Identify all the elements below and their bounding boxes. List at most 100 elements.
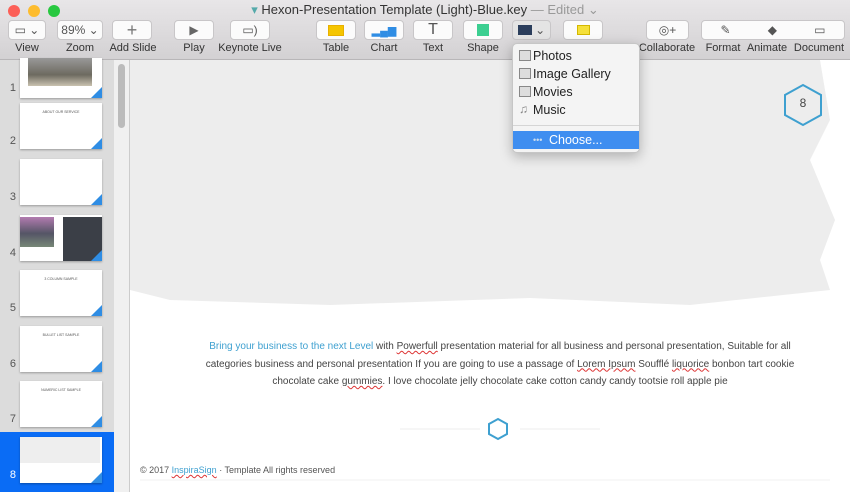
chart-icon: ▂▄▆ [371, 24, 397, 37]
slide-thumbnail[interactable] [20, 437, 102, 483]
zoom-label: Zoom [65, 42, 95, 54]
slide-number: 1 [9, 82, 16, 94]
inspector-group: ✎ ◆ ▭ [701, 20, 845, 40]
photos-icon [519, 50, 531, 61]
play-button[interactable]: ▶ [174, 20, 214, 40]
menu-label: Photos [533, 49, 572, 63]
window-title: ▾ Hexon-Presentation Template (Light)-Bl… [251, 2, 599, 17]
thumbnail-brush [20, 437, 100, 463]
footer[interactable]: © 2017 InspiraSign · Template All rights… [140, 465, 335, 475]
format-button[interactable]: Format [706, 42, 741, 54]
misspelled-word: gummies [341, 376, 383, 387]
footer-copyright: © 2017 [140, 465, 172, 475]
animate-icon[interactable]: ◆ [768, 23, 777, 37]
slide-graphics [130, 60, 835, 481]
title-bar: ▾ Hexon-Presentation Template (Light)-Bl… [0, 0, 850, 60]
image-gallery-icon [519, 68, 531, 79]
slide-number: 7 [9, 413, 16, 425]
footer-brand: InspiraSign [171, 465, 217, 475]
thumbnail-title: 3 COLUMN SAMPLE [44, 277, 78, 281]
text-segment: . I love chocolate jelly chocolate cake … [382, 376, 728, 387]
collaborate-button[interactable]: ◎+ [646, 20, 689, 40]
menu-label: Music [533, 103, 566, 117]
keynote-live-button[interactable]: ▭) [230, 20, 270, 40]
slide-number: 5 [9, 302, 16, 314]
add-slide-button[interactable]: + [112, 20, 152, 40]
thumbnail-title: ABOUT OUR SERVICE [42, 110, 80, 114]
zoom-value: 89% [61, 23, 86, 37]
text-button[interactable]: T [413, 20, 453, 40]
keynote-live-label: Keynote Live [218, 42, 282, 54]
slide-thumbnail[interactable]: ABOUT OUR SERVICE [20, 103, 102, 149]
play-label: Play [183, 42, 205, 54]
text-segment: Soufflé [635, 358, 672, 370]
zoom-select[interactable]: 89% ⌄ [57, 20, 103, 40]
brush-background [130, 60, 835, 305]
menu-item-movies[interactable]: Movies [513, 83, 639, 101]
slide-thumbnail[interactable]: BULLET LIST SAMPLE [20, 326, 102, 372]
page-number: 8 [799, 96, 807, 110]
menu-item-photos[interactable]: Photos [513, 47, 639, 65]
navigator-scrollbar[interactable] [114, 60, 130, 492]
slide-thumbnail[interactable]: NUMERIC LIST SAMPLE [20, 381, 102, 427]
menu-label: Choose... [549, 133, 603, 147]
scroll-thumb[interactable] [118, 64, 125, 128]
thumbnail-photo [20, 217, 54, 247]
slide-number: 6 [9, 358, 16, 370]
menu-item-choose[interactable]: ••• Choose... [513, 131, 639, 149]
body-text[interactable]: Bring your business to the next Level wi… [200, 338, 800, 391]
slide-thumbnail[interactable] [20, 159, 102, 205]
media-icon [517, 25, 532, 35]
media-menu: Photos Image Gallery Movies ♫ Music ••• Ch… [512, 43, 640, 153]
view-button[interactable]: ▭ ⌄ [8, 20, 46, 40]
thumbnail-corner [91, 472, 102, 483]
thumbnail-corner [91, 87, 102, 98]
highlight-text: Bring your business to the next Level [209, 341, 374, 352]
thumbnail-corner [91, 194, 102, 205]
slide-canvas[interactable]: 8 Bring your business to the next Level … [130, 60, 850, 492]
comment-icon [576, 25, 590, 35]
play-icon: ▶ [189, 23, 199, 37]
menu-label: Movies [533, 85, 573, 99]
footer-rights: · Template All rights reserved [216, 465, 336, 475]
add-slide-label: Add Slide [109, 42, 157, 54]
text-icon: T [428, 21, 438, 38]
thumbnail-corner [91, 361, 102, 372]
menu-separator [513, 125, 639, 126]
menu-item-music[interactable]: ♫ Music [513, 101, 639, 119]
collaborate-label: Collaborate [638, 42, 696, 54]
shape-icon [477, 24, 489, 36]
misspelled-word: liquorice [671, 358, 710, 370]
thumbnail-corner [91, 138, 102, 149]
shape-label: Shape [467, 42, 499, 54]
thumbnail-photo [28, 58, 92, 86]
text-segment: with [373, 341, 397, 352]
shape-button[interactable] [463, 20, 503, 40]
view-icon: ▭ ⌄ [14, 23, 40, 37]
menu-item-image-gallery[interactable]: Image Gallery [513, 65, 639, 83]
thumbnail-corner [91, 416, 102, 427]
table-label: Table [322, 42, 350, 54]
thumbnail-corner [91, 305, 102, 316]
animate-button[interactable]: Animate [747, 42, 787, 54]
plus-icon: + [126, 19, 138, 40]
comment-button[interactable] [563, 20, 603, 40]
view-label: View [15, 42, 39, 54]
keynote-live-icon: ▭) [242, 23, 258, 37]
slide-thumbnail[interactable] [20, 215, 102, 261]
slide-thumbnail[interactable] [20, 58, 102, 98]
document-button[interactable]: Document [794, 42, 844, 54]
slide-thumbnail[interactable]: 3 COLUMN SAMPLE [20, 270, 102, 316]
document-icon[interactable]: ▭ [814, 23, 825, 37]
thumbnail-title: NUMERIC LIST SAMPLE [41, 388, 81, 392]
chart-button[interactable]: ▂▄▆ [364, 20, 404, 40]
media-button[interactable]: ⌄ [512, 20, 551, 40]
document-icon: ▾ [251, 2, 262, 17]
table-button[interactable] [316, 20, 356, 40]
slide-number: 8 [9, 469, 16, 481]
format-icon[interactable]: ✎ [721, 23, 731, 37]
table-icon [328, 24, 344, 36]
hexagon-ornament-icon [488, 417, 508, 441]
thumbnail-corner [91, 250, 102, 261]
movies-icon [519, 86, 531, 97]
